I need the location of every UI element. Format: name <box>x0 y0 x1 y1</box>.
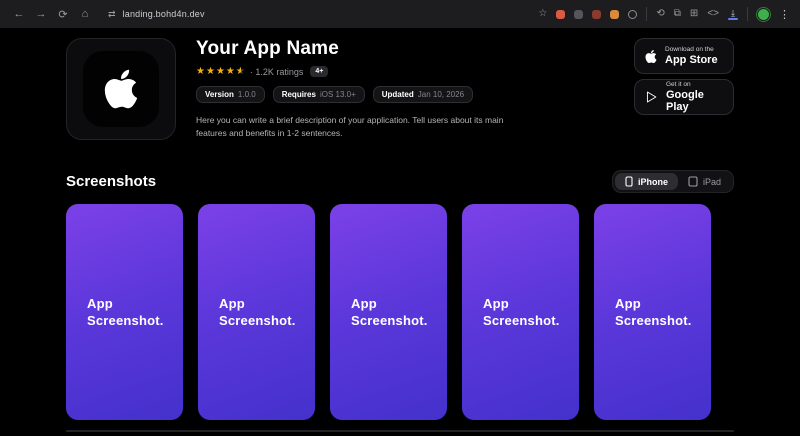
screenshots-header: Screenshots iPhone iPad <box>66 170 734 193</box>
star-icon: ★ <box>216 67 225 77</box>
translate-icon[interactable]: ⧉ <box>674 9 681 19</box>
extension-icon-4[interactable] <box>610 10 619 19</box>
back-icon[interactable]: ← <box>10 5 28 23</box>
extension-icon-2[interactable] <box>574 10 583 19</box>
google-play-tagline: Get it on <box>666 81 723 88</box>
google-play-label: Google Play <box>666 89 723 113</box>
code-icon[interactable]: <> <box>707 9 719 19</box>
profile-avatar[interactable] <box>757 8 770 21</box>
horizontal-scrollbar[interactable] <box>66 430 734 432</box>
app-description: Here you can write a brief description o… <box>196 114 518 140</box>
page-title: Your App Name <box>196 38 518 60</box>
screenshot-card[interactable]: App Screenshot. <box>66 204 183 420</box>
app-store-tagline: Download on the <box>665 46 718 53</box>
app-store-button[interactable]: Download on the App Store <box>634 38 734 74</box>
rating-row: ★ ★ ★ ★ ★ ★ · 1.2K ratings 4+ <box>196 66 518 77</box>
url-text[interactable]: landing.bohd4n.dev <box>123 9 205 19</box>
home-icon[interactable]: ⌂ <box>76 5 94 23</box>
apple-logo-icon <box>102 67 140 111</box>
screenshot-card[interactable]: App Screenshot. <box>330 204 447 420</box>
star-icon: ★ <box>226 67 235 77</box>
download-progress-bar <box>728 18 738 20</box>
landing-page: Your App Name ★ ★ ★ ★ ★ ★ · 1.2K ratings… <box>0 28 800 432</box>
ipad-icon <box>688 176 698 187</box>
updated-pill: Updated Jan 10, 2026 <box>373 86 473 103</box>
toolbar-divider <box>646 7 647 21</box>
toggle-ipad[interactable]: iPad <box>678 173 731 190</box>
address-bar[interactable]: ⇄ landing.bohd4n.dev <box>108 9 205 20</box>
google-play-button[interactable]: Get it on Google Play <box>634 79 734 115</box>
screenshots-heading: Screenshots <box>66 173 156 190</box>
device-toggle: iPhone iPad <box>612 170 734 193</box>
store-buttons: Download on the App Store Get it on Goog… <box>634 38 734 115</box>
star-icon: ★ <box>206 67 215 77</box>
iphone-icon <box>625 176 633 187</box>
forward-icon[interactable]: → <box>32 5 50 23</box>
app-store-label: App Store <box>665 54 718 66</box>
bookmark-star-icon[interactable]: ☆ <box>538 9 547 19</box>
star-icon: ★ <box>196 67 205 77</box>
toolbar-divider <box>747 7 748 21</box>
requires-pill: Requires iOS 13.0+ <box>273 86 365 103</box>
app-icon <box>83 51 159 127</box>
history-icon[interactable]: ⟲ <box>656 9 664 19</box>
download-icon[interactable]: ⤓ <box>728 9 738 20</box>
version-pill: Version 1.0.0 <box>196 86 265 103</box>
meta-pills: Version 1.0.0 Requires iOS 13.0+ Updated… <box>196 86 518 103</box>
age-rating-badge: 4+ <box>310 66 328 77</box>
screenshot-card[interactable]: App Screenshot. <box>462 204 579 420</box>
screenshot-card[interactable]: App Screenshot. <box>594 204 711 420</box>
app-header: Your App Name ★ ★ ★ ★ ★ ★ · 1.2K ratings… <box>66 38 734 140</box>
browser-toolbar: ← → ⟳ ⌂ ⇄ landing.bohd4n.dev ☆ ⟲ ⧉ ⊞ <> … <box>0 0 800 28</box>
google-play-icon <box>645 90 658 104</box>
site-settings-icon[interactable]: ⇄ <box>108 9 116 20</box>
extension-icon-1[interactable] <box>556 10 565 19</box>
extension-icon-3[interactable] <box>592 10 601 19</box>
reload-icon[interactable]: ⟳ <box>54 5 72 23</box>
star-half-icon: ★ ★ <box>236 67 245 77</box>
extensions-grid-icon[interactable]: ⊞ <box>690 9 698 19</box>
menu-kebab-icon[interactable]: ⋮ <box>779 8 790 21</box>
screenshot-card[interactable]: App Screenshot. <box>198 204 315 420</box>
app-icon-card <box>66 38 176 140</box>
extension-icon-5[interactable] <box>628 10 637 19</box>
star-rating: ★ ★ ★ ★ ★ ★ <box>196 67 245 77</box>
screenshot-gallery: App Screenshot. App Screenshot. App Scre… <box>66 204 734 420</box>
apple-icon <box>645 49 657 64</box>
toggle-iphone[interactable]: iPhone <box>615 173 678 190</box>
rating-count: · 1.2K ratings <box>250 67 304 77</box>
